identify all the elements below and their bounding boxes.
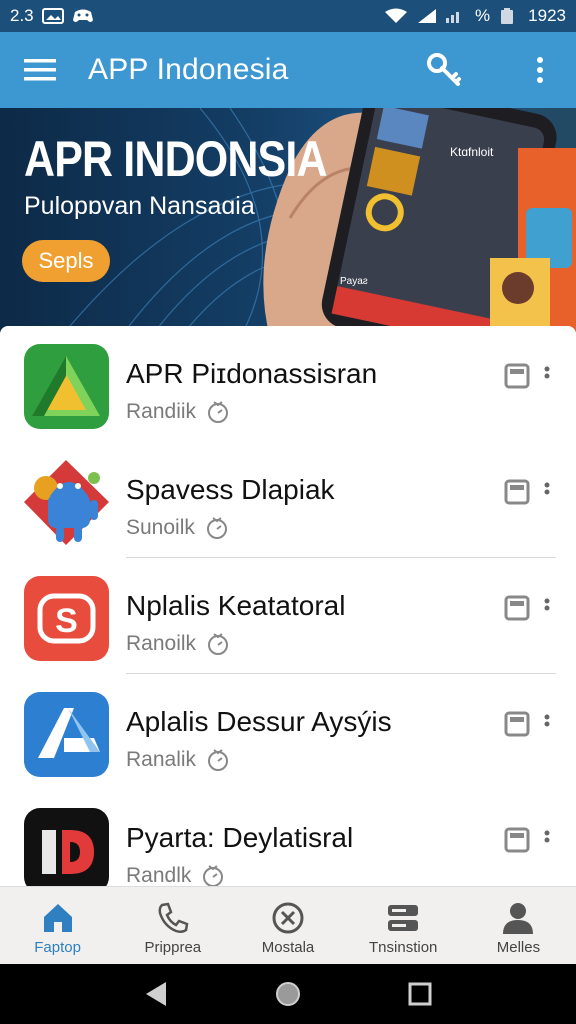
- storage-icon: [388, 905, 419, 931]
- item-more-button[interactable]: [538, 826, 556, 854]
- item-more-button[interactable]: [538, 362, 556, 390]
- nav-label: Melles: [496, 939, 541, 956]
- nav-item-pripprea[interactable]: Pripprea: [115, 887, 230, 964]
- timer-icon: [203, 865, 224, 886]
- app-list: APR Piɪdonassisran Randiik Spavess Dlapi…: [0, 326, 576, 886]
- more-vert-icon: [544, 598, 550, 611]
- nav-label: Mostala: [261, 939, 315, 956]
- list-item[interactable]: Pyarta: Deylatisral Randlk: [0, 790, 576, 886]
- wifi-icon: [385, 8, 408, 23]
- list-item[interactable]: APR Piɪdonassisran Randiik: [0, 326, 576, 442]
- list-item[interactable]: Aplalis Dessur Aysýis Ranalik: [0, 674, 576, 790]
- app-name: Nplalis Keatatoral: [126, 590, 346, 621]
- d-logo-icon[interactable]: [24, 808, 109, 886]
- status-time-left: 2.3: [10, 6, 34, 25]
- image-icon: [41, 8, 64, 24]
- item-more-button[interactable]: [538, 594, 556, 622]
- status-time-right: 1923: [528, 6, 566, 25]
- key-button[interactable]: [424, 50, 464, 90]
- save-icon[interactable]: [504, 827, 530, 853]
- item-more-button[interactable]: [538, 710, 556, 738]
- app-subtitle: Randiik: [126, 400, 230, 424]
- more-vert-icon: [544, 714, 550, 727]
- battery-icon: [501, 8, 514, 24]
- close-circle-icon: [272, 902, 304, 934]
- nav-item-faptop[interactable]: Faptop: [0, 887, 115, 964]
- recents-button[interactable]: [400, 974, 440, 1014]
- recents-icon: [408, 982, 432, 1006]
- app-name: APR Piɪdonassisran: [126, 358, 378, 389]
- banner-button[interactable]: Sepls: [22, 240, 110, 282]
- home-button[interactable]: [268, 974, 308, 1014]
- more-vert-icon: [544, 830, 550, 843]
- promo-banner[interactable]: Ktɑfnloit Payaƨ APR INDONSIA Pulopɒvan N…: [0, 108, 576, 338]
- save-icon[interactable]: [504, 479, 530, 505]
- phone-icon: [158, 902, 189, 934]
- status-left: 2.3: [10, 6, 94, 26]
- more-vert-icon: [544, 366, 550, 379]
- nav-item-mostala[interactable]: Mostala: [230, 887, 345, 964]
- nav-label: Faptop: [34, 939, 81, 956]
- app-title: APP Indonesia: [88, 53, 289, 86]
- app-bar: APP Indonesia: [0, 32, 576, 108]
- phone-label-2: Payaƨ: [340, 276, 368, 287]
- status-bar: 2.3 % 1923: [0, 0, 576, 32]
- app-subtitle: Sunoilk: [126, 516, 229, 540]
- timer-icon: [206, 517, 227, 539]
- banner-title: APR INDONSIA: [24, 131, 328, 187]
- nav-item-tnsinstion[interactable]: Tnsinstion: [346, 887, 461, 964]
- svg-text:S: S: [55, 602, 78, 640]
- more-vert-icon: [537, 57, 543, 83]
- menu-button[interactable]: [22, 52, 58, 88]
- app-sub-text: Ranoilk: [126, 632, 197, 655]
- more-options-button[interactable]: [520, 50, 560, 90]
- back-button[interactable]: [136, 974, 176, 1014]
- app-subtitle: Ranalik: [126, 748, 230, 772]
- s-logo-icon[interactable]: S: [24, 576, 109, 661]
- nav-label: Pripprea: [144, 939, 202, 956]
- app-subtitle: Randlk: [126, 864, 225, 886]
- banner-subtitle: Pulopɒvan Nansaɑia: [24, 192, 255, 220]
- system-navigation: [0, 964, 576, 1024]
- app-subtitle: Ranoilk: [126, 632, 230, 656]
- save-icon[interactable]: [504, 363, 530, 389]
- more-vert-icon: [544, 482, 550, 495]
- list-item[interactable]: Spavess Dlapiak Sunoilk: [0, 442, 576, 558]
- home-icon: [43, 904, 72, 932]
- app-sub-text: Randlk: [126, 864, 192, 886]
- save-icon[interactable]: [504, 595, 530, 621]
- status-right: % 1923: [385, 6, 566, 26]
- back-icon: [146, 982, 166, 1006]
- app-sub-text: Randiik: [126, 400, 197, 423]
- green-triangle-icon[interactable]: [24, 344, 109, 429]
- app-name: Pyarta: Deylatisral: [126, 822, 354, 853]
- app-name: Spavess Dlapiak: [126, 474, 335, 505]
- signal-bars-icon: [446, 12, 460, 23]
- app-name: Aplalis Dessur Aysýis: [126, 706, 392, 737]
- person-icon: [503, 903, 534, 934]
- gamepad-icon: [72, 9, 93, 22]
- timer-icon: [208, 749, 229, 771]
- app-actions: [424, 50, 560, 90]
- app-sub-text: Ranalik: [126, 748, 197, 771]
- key-icon: [427, 53, 461, 86]
- app-sub-text: Sunoilk: [126, 516, 195, 539]
- android-robot-icon[interactable]: [24, 460, 109, 545]
- phone-label-1: Ktɑfnloit: [450, 145, 494, 159]
- timer-icon: [208, 633, 229, 655]
- menu-icon: [24, 59, 56, 81]
- battery-percent: %: [475, 6, 491, 25]
- timer-icon: [208, 401, 229, 423]
- nav-item-melles[interactable]: Melles: [461, 887, 576, 964]
- save-icon[interactable]: [504, 711, 530, 737]
- item-more-button[interactable]: [538, 478, 556, 506]
- a-logo-icon[interactable]: [24, 692, 109, 777]
- signal-icon: [418, 9, 437, 23]
- nav-label: Tnsinstion: [369, 939, 438, 956]
- home-circle-icon: [276, 982, 300, 1006]
- bottom-navigation: Faptop Pripprea Mostala Tnsinstion Melle…: [0, 886, 576, 964]
- list-item[interactable]: S Nplalis Keatatoral Ranoilk: [0, 558, 576, 674]
